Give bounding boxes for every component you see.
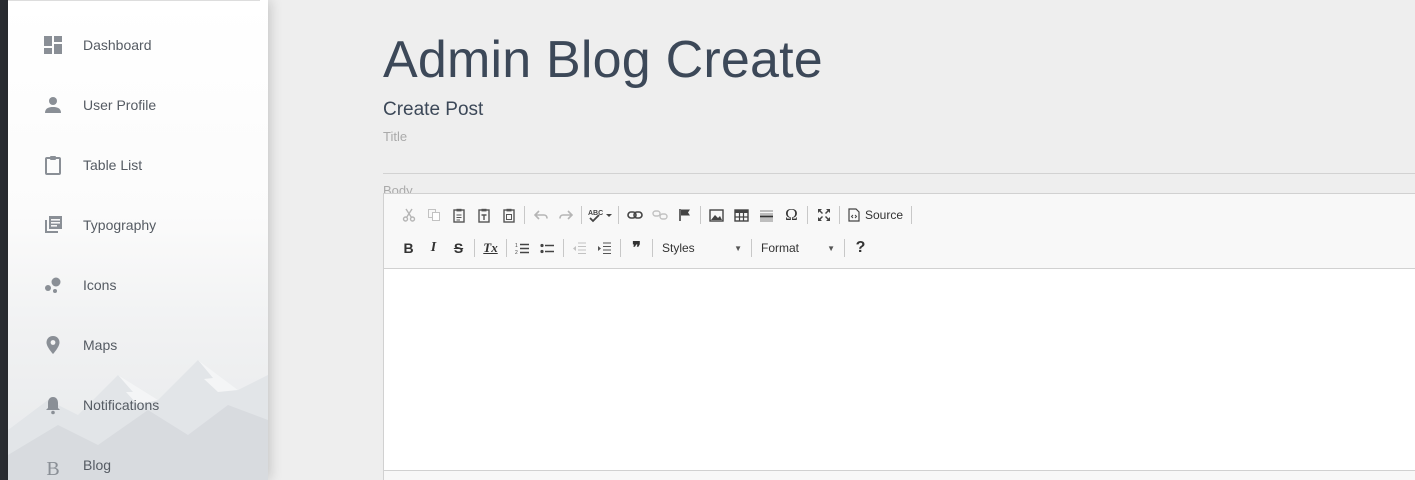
page: Dashboard User Profile Table List Typogr… [0,0,1415,480]
toolbar-separator [807,206,808,224]
clipboard-icon [42,154,64,176]
unlink-icon[interactable] [647,203,672,227]
spellcheck-icon[interactable]: ABC [585,203,615,227]
redo-icon[interactable] [553,203,578,227]
increase-indent-icon[interactable] [592,236,617,260]
bulleted-list-icon[interactable] [535,236,560,260]
toolbar-separator [652,239,653,257]
remove-format-button[interactable]: Tx [478,236,503,260]
bubble-chart-icon [42,274,64,296]
help-button[interactable]: ? [848,236,873,260]
sidebar-item-label: Typography [83,217,157,233]
styles-label: Styles [662,241,695,255]
title-field-label: Title [383,129,408,144]
sidebar-item-label: Dashboard [83,37,152,53]
library-books-icon [42,214,64,236]
toolbar-separator [581,206,582,224]
anchor-flag-icon[interactable] [672,203,697,227]
format-dropdown[interactable]: Format ▼ [755,236,841,260]
toolbar-row-2: B I S Tx 12 ❞ Styles ▼ Format ▼ ? [396,234,873,262]
sidebar-item-notifications[interactable]: Notifications [8,385,268,425]
blockquote-button[interactable]: ❞ [624,236,649,260]
sidebar-item-label: Blog [83,457,112,473]
toolbar-separator [751,239,752,257]
toolbar-separator [524,206,525,224]
svg-text:2: 2 [515,250,518,255]
format-label: Format [761,241,800,255]
location-pin-icon [42,334,64,356]
toolbar-row-1: ABC Ω Source [396,201,915,229]
blog-b-icon: B [46,457,60,480]
page-title: Admin Blog Create [383,31,823,89]
sidebar-item-label: Icons [83,277,117,293]
italic-button[interactable]: I [421,236,446,260]
maximize-icon[interactable] [811,203,836,227]
toolbar-separator [844,239,845,257]
paste-icon[interactable] [446,203,471,227]
left-dark-strip [0,0,8,480]
sidebar-item-typography[interactable]: Typography [8,205,268,245]
sidebar-item-maps[interactable]: Maps [8,325,268,365]
undo-icon[interactable] [528,203,553,227]
source-label: Source [865,208,904,222]
image-icon[interactable] [704,203,729,227]
source-button[interactable]: Source [843,203,908,227]
title-input[interactable] [383,173,1415,174]
bold-button[interactable]: B [396,236,421,260]
spellcheck-glyph: ABC [588,210,603,217]
numbered-list-icon[interactable]: 12 [510,236,535,260]
sidebar-top-divider [8,0,260,1]
bell-icon [42,394,64,416]
rich-text-editor: ABC Ω Source B I S Tx 1 2 ❞ Styles ▼ For… [383,193,1415,480]
sidebar-item-label: User Profile [83,97,157,113]
sidebar-item-blog[interactable]: B Blog [8,445,268,480]
toolbar-separator [506,239,507,257]
editor-toolbar: ABC Ω Source B I S Tx 1 2 ❞ Styles ▼ For… [384,194,1415,269]
toolbar-separator [839,206,840,224]
dashboard-icon [42,34,64,56]
toolbar-separator [563,239,564,257]
editor-status-bar [384,470,1415,480]
decrease-indent-icon[interactable] [567,236,592,260]
paste-word-icon[interactable] [496,203,521,227]
toolbar-separator [618,206,619,224]
cut-icon[interactable] [396,203,421,227]
toolbar-separator [474,239,475,257]
svg-text:1: 1 [515,243,518,249]
sidebar-item-table-list[interactable]: Table List [8,145,268,185]
main-content: Admin Blog Create Create Post Title Body [268,0,1415,480]
sidebar-item-label: Notifications [83,397,160,413]
sidebar-item-user-profile[interactable]: User Profile [8,85,268,125]
toolbar-separator [620,239,621,257]
strikethrough-button[interactable]: S [446,236,471,260]
styles-dropdown[interactable]: Styles ▼ [656,236,748,260]
copy-icon[interactable] [421,203,446,227]
sidebar-item-dashboard[interactable]: Dashboard [8,25,268,65]
sidebar-item-label: Table List [83,157,143,173]
sidebar-item-icons[interactable]: Icons [8,265,268,305]
source-document-icon [848,208,860,222]
toolbar-separator [911,206,913,224]
editor-content-area[interactable] [384,269,1415,469]
special-character-icon[interactable]: Ω [779,203,804,227]
sidebar-item-label: Maps [83,337,118,353]
toolbar-separator [700,206,701,224]
person-icon [42,94,64,116]
chevron-down-icon: ▼ [734,243,742,253]
paste-text-icon[interactable] [471,203,496,227]
chevron-down-icon: ▼ [827,243,835,253]
table-icon[interactable] [729,203,754,227]
horizontal-line-icon[interactable] [754,203,779,227]
link-icon[interactable] [622,203,647,227]
section-title: Create Post [383,99,484,120]
sidebar: Dashboard User Profile Table List Typogr… [8,0,268,480]
